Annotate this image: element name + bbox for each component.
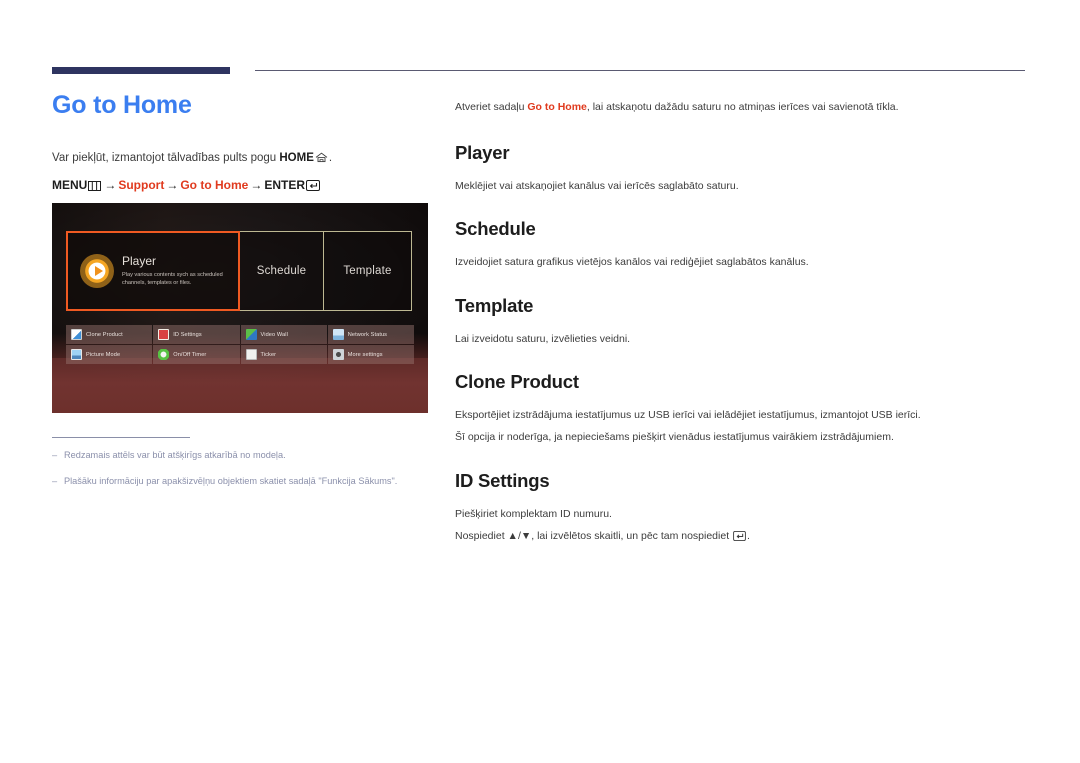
play-circle-icon <box>80 254 114 288</box>
path-arrow-2: → <box>166 178 179 193</box>
nav-line-middle: , lai izvēlētos skaitli, un pēc tam nosp… <box>531 530 733 543</box>
nav-line-suffix: . <box>747 530 750 543</box>
section-template-paragraph: Lai izveidotu saturu, izvēlieties veidni… <box>455 332 631 345</box>
menu-grid-icon <box>88 178 102 196</box>
intro-suffix: , lai atskaņotu dažādu saturu no atmiņas… <box>586 101 899 113</box>
home-tile-schedule-label: Schedule <box>256 265 307 277</box>
section-id-settings-heading: ID Settings <box>455 469 550 491</box>
home-tile-id-settings[interactable]: ID Settings <box>153 325 240 344</box>
section-id-settings-paragraph: Piešķiriet komplektam ID numuru. <box>455 507 612 520</box>
home-tile-player-description: Play various contents sych as scheduled … <box>122 271 223 286</box>
footnote-separator <box>52 437 190 438</box>
intro-paragraph: Atveriet sadaļu Go to Home, lai atskaņot… <box>455 99 1027 116</box>
access-prefix-text: Var piekļūt, izmantojot tālvadības pults… <box>52 151 280 164</box>
home-tile-more-settings-label: More settings <box>347 351 383 358</box>
home-tile-clone-product-label: Clone Product <box>86 331 123 338</box>
home-tile-picture-mode[interactable]: Picture Mode <box>66 345 153 364</box>
home-tile-on-off-timer[interactable]: On/Off Timer <box>153 345 240 364</box>
section-id-settings: ID Settings Piešķiriet komplektam ID num… <box>455 470 1027 548</box>
section-player-heading: Player <box>455 141 510 163</box>
arrow-down-icon: ▼ <box>520 530 532 543</box>
nav-line-prefix: Nospiediet <box>455 530 508 543</box>
header-accent-bar <box>52 67 230 74</box>
section-template-heading: Template <box>455 294 534 316</box>
footnote-item: – Plašāku informāciju par apakšizvēļņu o… <box>52 475 432 489</box>
section-player-paragraph: Meklējiet vai atskaņojiet kanālus vai ie… <box>455 179 739 192</box>
path-arrow-3: → <box>250 178 263 193</box>
section-clone-product-paragraph: Eksportējiet izstrādājuma iestatījumus u… <box>455 408 921 421</box>
header-divider-line <box>255 70 1025 71</box>
section-clone-product-heading: Clone Product <box>455 370 579 392</box>
enter-key-icon <box>306 178 321 196</box>
footnote-text: Plašāku informāciju par apakšizvēļņu obj… <box>64 475 398 486</box>
intro-prefix: Atveriet sadaļu <box>455 101 528 113</box>
footnote-dash: – <box>52 450 58 460</box>
network-status-icon <box>332 329 344 340</box>
footnote-dash: – <box>52 475 58 486</box>
menu-item-go-to-home: Go to Home <box>180 178 249 193</box>
home-tile-ticker-label: Ticker <box>260 351 277 358</box>
home-tile-player-label: Player <box>122 253 157 268</box>
home-tile-template-label: Template <box>343 265 392 277</box>
home-tile-on-off-timer-label: On/Off Timer <box>173 351 207 358</box>
path-arrow-1: → <box>104 178 117 193</box>
video-wall-icon <box>245 329 257 340</box>
home-tile-ticker[interactable]: Ticker <box>240 345 327 364</box>
home-tile-video-wall-label: Video Wall <box>260 331 288 338</box>
intro-highlight-go-to-home: Go to Home <box>527 101 587 113</box>
id-settings-icon <box>158 329 170 340</box>
section-schedule-paragraph: Izveidojiet satura grafikus vietējos kan… <box>455 256 809 269</box>
left-column: Go to Home Var piekļūt, izmantojot tālva… <box>52 91 432 196</box>
right-column: Atveriet sadaļu Go to Home, lai atskaņot… <box>455 99 1027 547</box>
home-main-tiles: Player Play various contents sych as sch… <box>66 231 414 311</box>
page-title: Go to Home <box>52 91 192 119</box>
home-tile-template[interactable]: Template <box>324 231 412 311</box>
home-button-label: HOME <box>279 151 314 164</box>
home-icon <box>315 152 328 170</box>
home-tile-schedule[interactable]: Schedule <box>240 231 324 311</box>
section-clone-product: Clone Product Eksportējiet izstrādājuma … <box>455 371 1027 447</box>
home-tile-clone-product[interactable]: Clone Product <box>66 325 153 344</box>
enter-key-icon <box>733 529 746 547</box>
footnote-item: – Redzamais attēls var būt atšķirīgs atk… <box>52 449 432 463</box>
home-secondary-tiles: Clone Product ID Settings Video Wall Net… <box>66 325 414 364</box>
footnotes: – Redzamais attēls var būt atšķirīgs atk… <box>52 437 432 501</box>
access-suffix-text: . <box>328 151 333 164</box>
section-schedule: Schedule Izveidojiet satura grafikus vie… <box>455 218 1027 271</box>
picture-mode-icon <box>71 349 82 360</box>
clone-product-icon <box>71 329 82 340</box>
menu-navigation-path: MENU → Support → Go to Home → ENTER <box>52 176 432 196</box>
footnote-text: Redzamais attēls var būt atšķirīgs atkar… <box>64 450 286 460</box>
home-tile-network-status-label: Network Status <box>347 331 388 338</box>
arrow-up-icon: ▲ <box>507 530 518 543</box>
product-screen-illustration: Player Play various contents sych as sch… <box>52 203 428 413</box>
section-template: Template Lai izveidotu saturu, izvēlieti… <box>455 295 1027 348</box>
section-clone-product-paragraph: Šī opcija ir noderīga, ja nepieciešams p… <box>455 431 894 444</box>
section-schedule-heading: Schedule <box>455 218 536 240</box>
access-instruction: Var piekļūt, izmantojot tālvadības pults… <box>52 150 432 170</box>
home-tile-video-wall[interactable]: Video Wall <box>240 325 327 344</box>
menu-item-support: Support <box>118 178 165 193</box>
section-id-settings-nav-line: Nospiediet ▲/▼, lai izvēlētos skaitli, u… <box>455 527 1027 547</box>
home-tile-network-status[interactable]: Network Status <box>327 325 414 344</box>
home-tile-id-settings-label: ID Settings <box>173 331 202 338</box>
menu-label: MENU <box>52 178 88 193</box>
home-tile-player[interactable]: Player Play various contents sych as sch… <box>66 231 240 311</box>
section-player: Player Meklējiet vai atskaņojiet kanālus… <box>455 142 1027 195</box>
home-tile-picture-mode-label: Picture Mode <box>86 351 121 358</box>
more-settings-icon <box>332 349 344 360</box>
ticker-icon <box>245 349 257 360</box>
home-tile-more-settings[interactable]: More settings <box>327 345 414 364</box>
on-off-timer-icon <box>158 349 170 360</box>
enter-label: ENTER <box>264 178 306 193</box>
